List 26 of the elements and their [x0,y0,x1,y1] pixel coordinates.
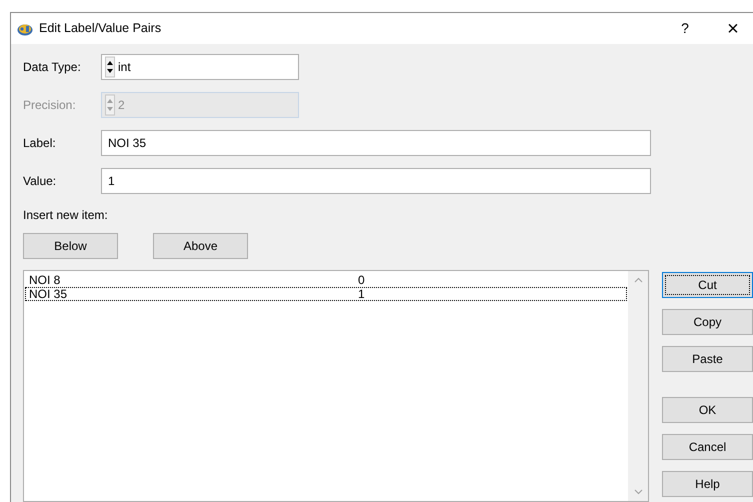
dialog-button[interactable]: OK [662,397,753,423]
scroll-up-icon[interactable] [634,277,642,283]
scroll-down-icon[interactable] [634,489,642,495]
text-field[interactable]: 1 [101,168,651,194]
dialog-button[interactable]: Cancel [662,434,753,460]
insert-button[interactable]: Below [23,233,118,259]
spin-arrows-icon[interactable] [105,56,115,78]
window-title: Edit Label/Value Pairs [39,20,162,38]
field-label: Precision: [23,97,77,114]
dialog-button[interactable]: Copy [662,309,753,335]
text-field[interactable]: NOI 35 [101,130,651,156]
field-label: Label: [23,135,57,152]
dialog-button[interactable]: Help [662,471,753,497]
field-label: Value: [23,173,58,190]
insert-button[interactable]: Above [153,233,248,259]
insert-caption: Insert new item: [23,207,109,224]
field-label: Data Type: [23,59,82,76]
list-row[interactable]: NOI 8 0 [25,273,627,287]
vertical-scrollbar[interactable] [628,271,648,501]
spin-field[interactable]: int [101,54,299,80]
list-row[interactable]: NOI 35 1 [25,287,627,301]
close-button[interactable]: × [713,18,753,38]
dialog-button[interactable]: Cut [662,272,753,298]
item-list[interactable]: NOI 8 0 NOI 35 1 [23,270,649,502]
dialog-button[interactable]: Paste [662,346,753,372]
help-button[interactable]: ? [665,18,705,39]
